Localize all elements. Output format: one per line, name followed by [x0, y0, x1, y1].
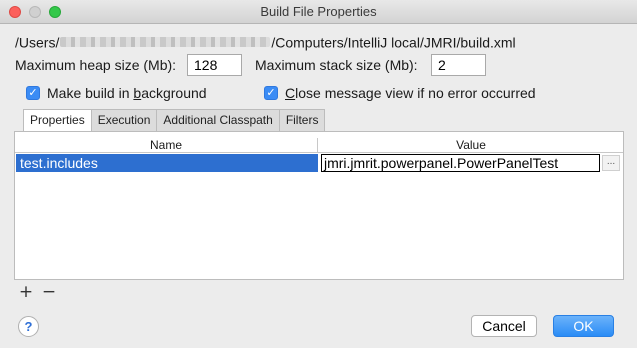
- tab-additional-classpath[interactable]: Additional Classpath: [156, 109, 280, 131]
- property-name-cell[interactable]: test.includes: [16, 154, 318, 172]
- make-build-background-label: Make build in background: [47, 85, 207, 101]
- browse-value-button[interactable]: ...: [602, 155, 620, 171]
- max-stack-label: Maximum stack size (Mb):: [255, 57, 418, 73]
- max-heap-label: Maximum heap size (Mb):: [15, 57, 177, 73]
- tab-filters[interactable]: Filters: [278, 109, 326, 131]
- column-header-value[interactable]: Value: [319, 138, 623, 153]
- tab-execution[interactable]: Execution: [90, 109, 158, 131]
- tab-properties[interactable]: Properties: [23, 109, 92, 131]
- path-suffix: /Computers/IntelliJ local/JMRI/build.xml: [271, 34, 516, 51]
- title-bar: Build File Properties: [0, 0, 637, 24]
- cancel-button[interactable]: Cancel: [471, 315, 537, 337]
- tab-bar: Properties Execution Additional Classpat…: [23, 109, 326, 131]
- add-property-button[interactable]: +: [17, 283, 35, 301]
- window-title: Build File Properties: [260, 4, 377, 19]
- build-file-path: /Users/ /Computers/IntelliJ local/JMRI/bu…: [15, 33, 516, 51]
- max-stack-input[interactable]: [431, 54, 486, 76]
- close-message-view-checkbox[interactable]: ✓ Close message view if no error occurre…: [264, 85, 536, 101]
- column-header-name[interactable]: Name: [15, 138, 318, 153]
- help-button[interactable]: ?: [18, 316, 39, 337]
- properties-table: Name Value test.includes jmri.jmrit.powe…: [14, 131, 624, 280]
- remove-property-button[interactable]: −: [40, 283, 58, 301]
- max-heap-input[interactable]: [187, 54, 242, 76]
- redacted-username: [60, 37, 271, 48]
- checkmark-icon: ✓: [26, 86, 40, 100]
- make-build-background-checkbox[interactable]: ✓ Make build in background: [26, 85, 207, 101]
- close-message-view-label: Close message view if no error occurred: [285, 85, 536, 101]
- table-row[interactable]: test.includes jmri.jmrit.powerpanel.Powe…: [16, 154, 622, 172]
- ok-button[interactable]: OK: [553, 315, 614, 337]
- path-prefix: /Users/: [15, 34, 60, 51]
- checkmark-icon: ✓: [264, 86, 278, 100]
- property-value-editor[interactable]: jmri.jmrit.powerpanel.PowerPanelTest: [321, 154, 600, 172]
- table-header: Name Value: [15, 138, 623, 153]
